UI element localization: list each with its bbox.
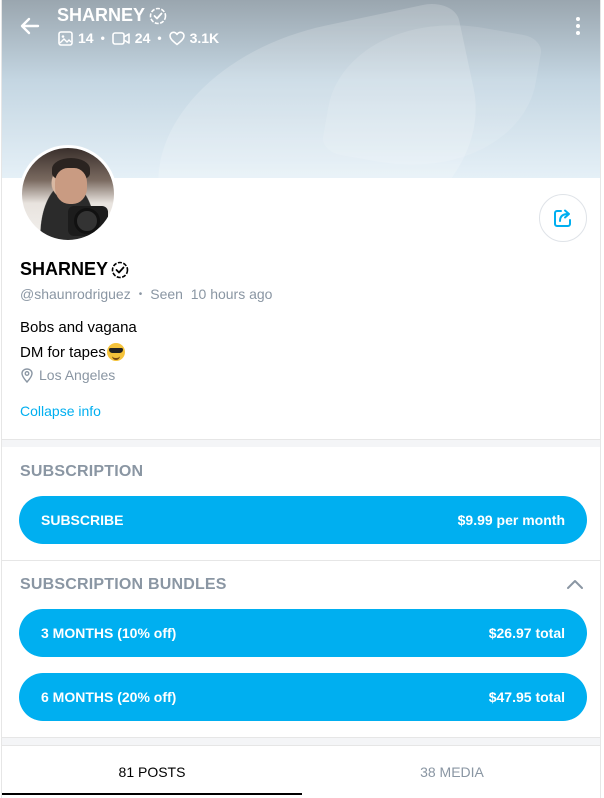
bundle-label: 6 MONTHS (20% off)	[41, 689, 177, 705]
collapse-info-link[interactable]: Collapse info	[20, 403, 101, 419]
photos-count-value: 14	[78, 30, 94, 46]
avatar-camera-lens	[74, 208, 100, 234]
more-vertical-icon	[576, 17, 580, 35]
profile-meta: @shaunrodriguez • Seen 10 hours ago	[20, 286, 272, 302]
video-icon	[111, 31, 130, 45]
bundle-label: 3 MONTHS (10% off)	[41, 625, 177, 641]
bundle-price: $47.95 total	[488, 689, 565, 705]
subscribe-button-label: SUBSCRIBE	[41, 512, 124, 528]
more-options-button[interactable]	[568, 14, 588, 38]
tab-posts-label: 81 POSTS	[118, 764, 186, 780]
meta-separator: •	[138, 288, 143, 300]
bundle-price: $26.97 total	[488, 625, 565, 641]
photos-count: 14	[58, 30, 94, 46]
location-text: Los Angeles	[39, 367, 116, 383]
bundles-title: SUBSCRIPTION BUNDLES	[20, 576, 227, 593]
tab-posts[interactable]: 81 POSTS	[2, 746, 302, 798]
likes-count-value: 3.1K	[189, 30, 220, 46]
collapse-bundles-button[interactable]	[565, 577, 585, 591]
chevron-up-icon	[567, 580, 583, 589]
avatar[interactable]	[19, 145, 117, 243]
verified-icon	[111, 261, 129, 278]
likes-count: 3.1K	[168, 30, 220, 46]
verified-icon	[149, 7, 167, 24]
heart-icon	[168, 31, 185, 45]
subscription-title: SUBSCRIPTION	[20, 463, 144, 480]
videos-count: 24	[111, 30, 151, 46]
bio-line-2-text: DM for tapes	[20, 343, 106, 361]
section-divider	[2, 737, 600, 745]
bio-line-2: DM for tapes	[20, 343, 125, 361]
tab-media-label: 38 MEDIA	[420, 764, 484, 780]
location-pin-icon	[21, 367, 33, 383]
profile-name-text: SHARNEY	[20, 259, 109, 279]
avatar-face	[55, 168, 87, 204]
image-icon	[58, 30, 73, 46]
arrow-left-icon	[20, 17, 40, 35]
header-title: SHARNEY	[57, 5, 167, 26]
last-seen: Seen 10 hours ago	[150, 286, 273, 302]
stat-separator: •	[100, 31, 105, 45]
location: Los Angeles	[21, 367, 115, 383]
subscribe-button[interactable]: SUBSCRIBE $9.99 per month	[19, 496, 587, 544]
content-tabs: 81 POSTS 38 MEDIA	[2, 745, 600, 798]
videos-count-value: 24	[134, 30, 151, 46]
share-button[interactable]	[539, 194, 587, 242]
profile-handle: @shaunrodriguez	[20, 286, 131, 302]
header-name: SHARNEY	[57, 5, 146, 25]
stat-separator: •	[157, 31, 162, 45]
profile-name: SHARNEY	[20, 259, 129, 280]
tab-media[interactable]: 38 MEDIA	[302, 746, 600, 798]
profile-page: SHARNEY 14 • 24 • 3.1K SHARNEY @shaunrod…	[1, 0, 601, 798]
sunglasses-emoji-icon	[106, 343, 125, 361]
bundle-3-months-button[interactable]: 3 MONTHS (10% off) $26.97 total	[19, 609, 587, 657]
subscribe-price: $9.99 per month	[457, 512, 565, 528]
top-bar: SHARNEY 14 • 24 • 3.1K	[2, 0, 600, 60]
section-divider	[2, 439, 600, 447]
section-divider	[2, 560, 600, 561]
header-stats: 14 • 24 • 3.1K	[58, 30, 219, 46]
bundle-6-months-button[interactable]: 6 MONTHS (20% off) $47.95 total	[19, 673, 587, 721]
back-button[interactable]	[16, 12, 44, 40]
bio-line-1: Bobs and vagana	[20, 319, 137, 336]
share-icon	[554, 209, 571, 227]
